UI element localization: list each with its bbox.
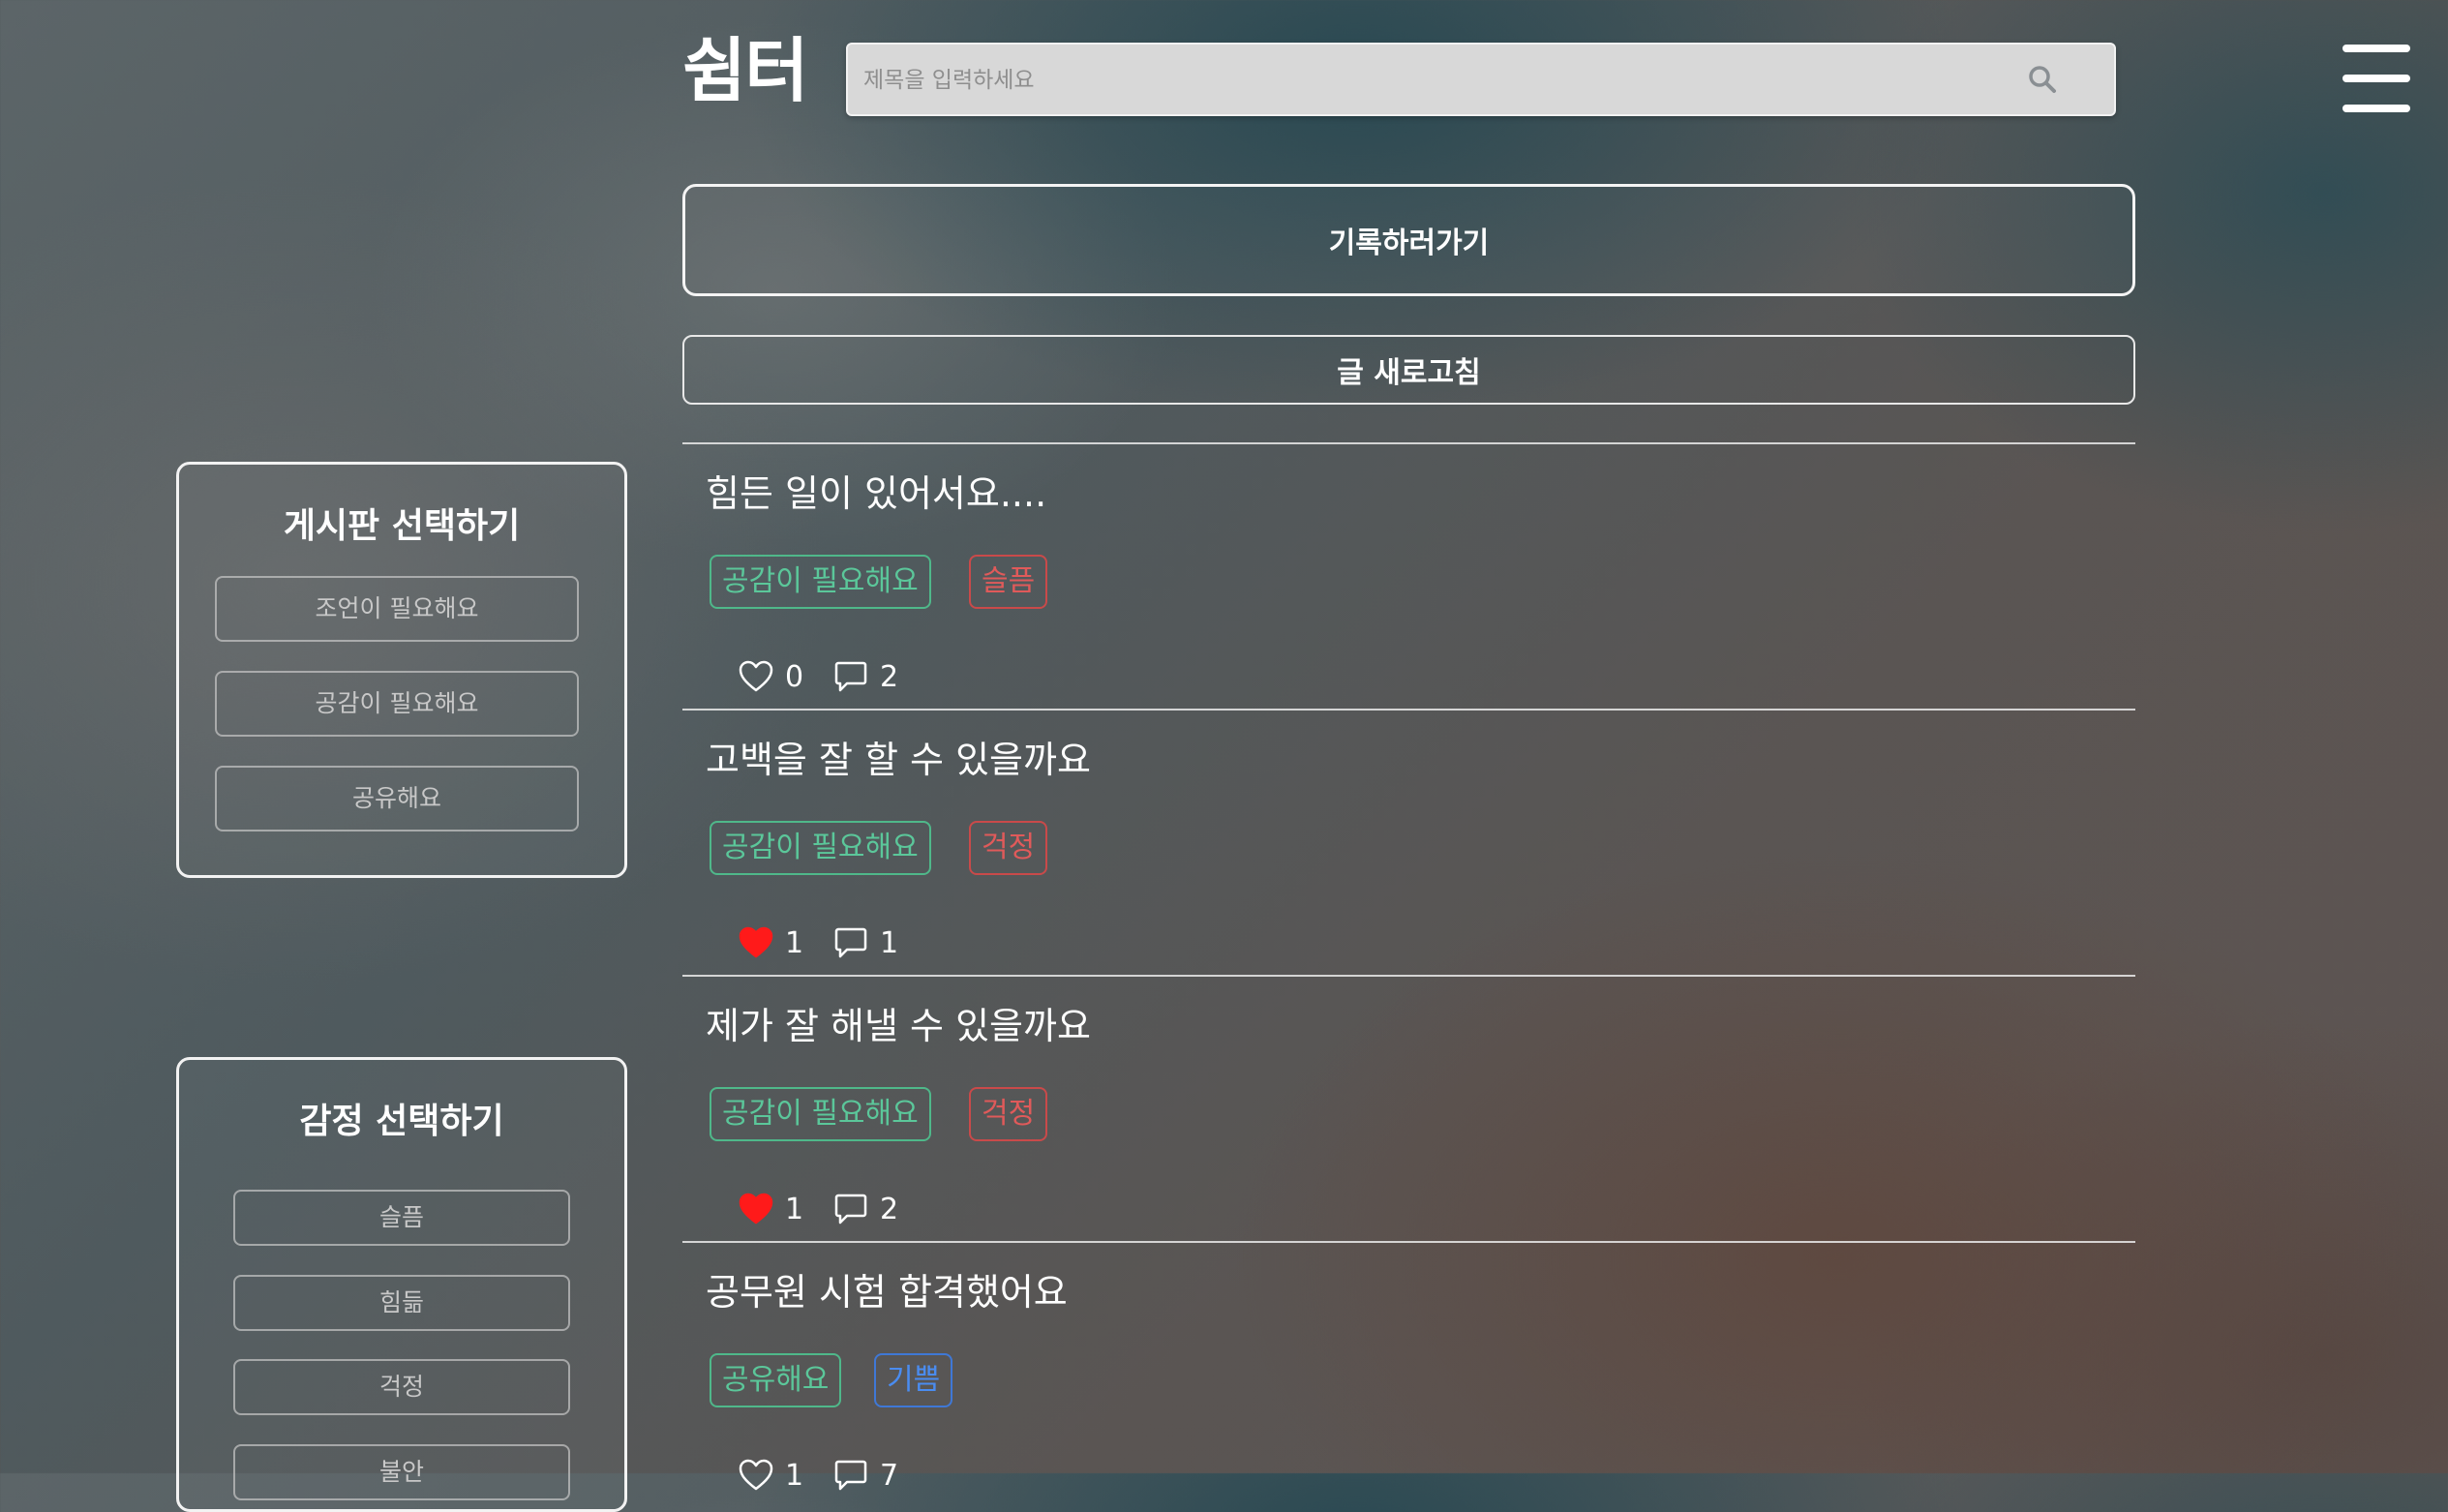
board-tag: 공감이 필요해요	[710, 821, 931, 875]
post-stats: 1 1	[739, 925, 898, 960]
post-item[interactable]: 고백을 잘 할 수 있을까요 공감이 필요해요 걱정 1 1	[682, 709, 2135, 975]
heart-icon[interactable]	[739, 1459, 773, 1492]
post-title[interactable]: 제가 잘 해낼 수 있을까요	[706, 996, 1091, 1049]
board-panel-title: 게시판 선택하기	[283, 506, 521, 546]
post-stats: 1 2	[739, 1192, 898, 1226]
emotion-select-panel: 감정 선택하기 슬픔 힘듦 걱정 불안	[176, 1057, 627, 1512]
board-option-advice[interactable]: 조언이 필요해요	[215, 576, 579, 642]
board-tag: 공감이 필요해요	[710, 555, 931, 609]
post-stats: 0 2	[739, 659, 898, 694]
refresh-posts-button[interactable]: 글 새로고침	[682, 335, 2135, 405]
emotion-tag: 걱정	[969, 1087, 1048, 1141]
heart-icon[interactable]	[739, 1193, 773, 1225]
heart-icon[interactable]	[739, 660, 773, 693]
post-item[interactable]: 공무원 시험 합격했어요 공유해요 기쁨 1 7	[682, 1241, 2135, 1507]
emotion-tag: 걱정	[969, 821, 1048, 875]
comment-count: 2	[880, 1192, 899, 1226]
like-count: 1	[785, 1192, 804, 1226]
search-bar	[846, 43, 2116, 116]
board-option-share[interactable]: 공유해요	[215, 766, 579, 832]
comment-count: 7	[880, 1458, 899, 1493]
post-title[interactable]: 공무원 시험 합격했어요	[706, 1262, 1068, 1315]
comment-icon[interactable]	[833, 660, 868, 693]
record-button[interactable]: 기록하러가기	[682, 184, 2135, 296]
emotion-option-sadness[interactable]: 슬픔	[233, 1190, 570, 1246]
post-list: 힘든 일이 있어서요.... 공감이 필요해요 슬픔 0 2 고백을 잘 할 수…	[682, 442, 2135, 1507]
emotion-panel-title: 감정 선택하기	[299, 1102, 504, 1141]
comment-icon[interactable]	[833, 1459, 868, 1492]
emotion-tag: 기쁨	[874, 1353, 953, 1407]
comment-count: 1	[880, 925, 899, 960]
comment-icon[interactable]	[833, 926, 868, 959]
emotion-option-anxiety[interactable]: 불안	[233, 1444, 570, 1500]
emotion-option-hardship[interactable]: 힘듦	[233, 1275, 570, 1331]
board-tag: 공감이 필요해요	[710, 1087, 931, 1141]
like-count: 1	[785, 1458, 804, 1493]
like-count: 0	[785, 659, 804, 694]
post-item[interactable]: 힘든 일이 있어서요.... 공감이 필요해요 슬픔 0 2	[682, 442, 2135, 709]
like-count: 1	[785, 925, 804, 960]
post-title[interactable]: 고백을 잘 할 수 있을까요	[706, 730, 1091, 783]
hamburger-menu-icon[interactable]	[2342, 43, 2410, 114]
board-select-panel: 게시판 선택하기 조언이 필요해요 공감이 필요해요 공유해요	[176, 462, 627, 878]
heart-icon[interactable]	[739, 926, 773, 959]
post-title[interactable]: 힘든 일이 있어서요....	[706, 464, 1046, 517]
board-option-empathy[interactable]: 공감이 필요해요	[215, 671, 579, 737]
site-logo[interactable]: 쉼터	[682, 27, 808, 114]
comment-count: 2	[880, 659, 899, 694]
comment-icon[interactable]	[833, 1193, 868, 1225]
board-tag: 공유해요	[710, 1353, 842, 1407]
search-input[interactable]	[861, 45, 2027, 116]
post-stats: 1 7	[739, 1458, 898, 1493]
emotion-option-worry[interactable]: 걱정	[233, 1359, 570, 1415]
emotion-tag: 슬픔	[969, 555, 1048, 609]
search-icon[interactable]	[2027, 64, 2058, 95]
post-item[interactable]: 제가 잘 해낼 수 있을까요 공감이 필요해요 걱정 1 2	[682, 975, 2135, 1241]
